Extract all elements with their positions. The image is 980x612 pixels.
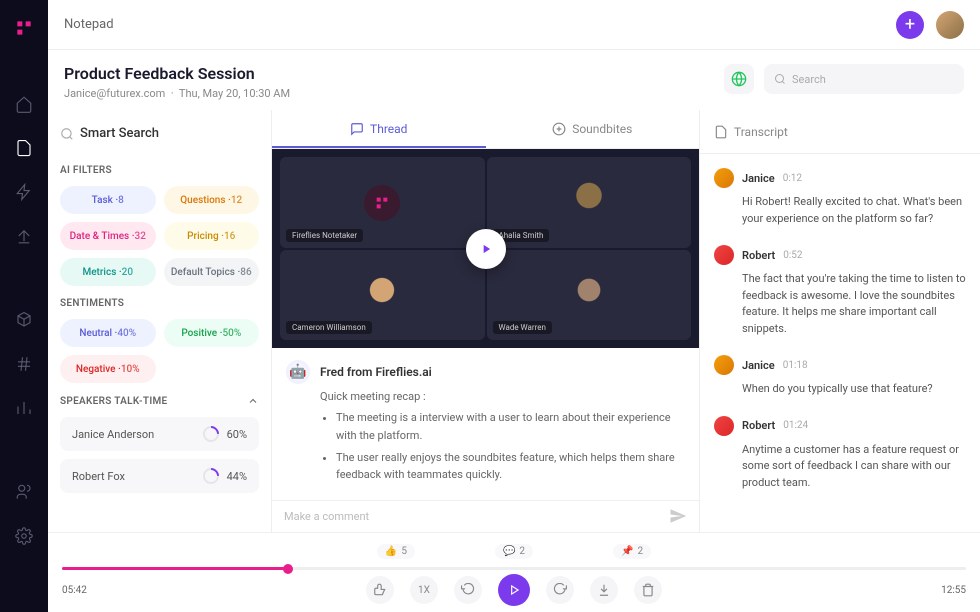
speakers-label: SPEAKERS TALK-TIME (60, 395, 259, 407)
download-button[interactable] (590, 576, 618, 604)
header: Product Feedback Session Janice@futurex.… (48, 50, 980, 110)
transcript-label: Transcript (700, 110, 980, 154)
bot-avatar: 🤖 (286, 360, 310, 384)
reactions: 👍 5 💬 2 📌 2 (62, 539, 966, 563)
time-current: 05:42 (62, 585, 87, 596)
speaker-avatar (714, 416, 734, 436)
video-tile: Fireflies Notetaker (280, 157, 485, 248)
center-panel: Thread Soundbites Fireflies Notetaker Ah… (272, 110, 700, 532)
forward-15-button[interactable] (546, 576, 574, 604)
transcript-panel: Transcript Janice0:12Hi Robert! Really e… (700, 110, 980, 532)
nav-team[interactable] (6, 474, 42, 510)
nav-upload[interactable] (6, 218, 42, 254)
page-title: Product Feedback Session (64, 64, 724, 83)
filter-pill[interactable]: Task · 8 (60, 186, 156, 214)
speaker-row[interactable]: Janice Anderson60% (60, 417, 259, 451)
video-grid: Fireflies Notetaker Ahalia Smith Cameron… (272, 149, 699, 348)
filter-pill[interactable]: Metrics · 20 (60, 258, 156, 286)
progress-bar[interactable] (62, 567, 966, 570)
filters-label: AI FILTERS (60, 165, 259, 176)
tab-thread[interactable]: Thread (272, 110, 486, 148)
comment-count[interactable]: 💬 2 (495, 544, 533, 559)
nav-topics[interactable] (6, 346, 42, 382)
filter-pill[interactable]: Date & Times · 32 (60, 222, 156, 250)
play-pause-button[interactable] (498, 574, 530, 606)
video-tile: Wade Warren (487, 250, 692, 341)
recap: 🤖 Fred from Fireflies.ai Quick meeting r… (272, 348, 699, 499)
speaker-avatar (714, 245, 734, 265)
share-button[interactable] (724, 64, 754, 94)
left-nav (0, 0, 48, 612)
filter-pill[interactable]: Questions · 12 (164, 186, 260, 214)
nav-integrations[interactable] (6, 302, 42, 338)
app-title: Notepad (64, 17, 114, 32)
transcript-msg[interactable]: Janice01:18When do you typically use tha… (714, 355, 966, 398)
recap-bullet: The meeting is a interview with a user t… (336, 409, 685, 444)
transcript-msg[interactable]: Robert01:24Anytime a customer has a feat… (714, 416, 966, 492)
filter-pill[interactable]: Positive · 50% (164, 319, 260, 347)
nav-settings[interactable] (6, 518, 42, 554)
fireflies-logo-icon (364, 185, 400, 221)
speaker-row[interactable]: Robert Fox44% (60, 459, 259, 493)
recap-bullet: The user really enjoys the soundbites fe… (336, 449, 685, 484)
user-avatar[interactable] (936, 11, 964, 39)
comment-input[interactable]: Make a comment (272, 500, 699, 532)
topbar: Notepad + (48, 0, 980, 50)
video-tile: Ahalia Smith (487, 157, 692, 248)
speaker-avatar (714, 168, 734, 188)
rewind-15-button[interactable] (454, 576, 482, 604)
sentiments-label: SENTIMENTS (60, 298, 259, 309)
thumbs-button[interactable] (366, 576, 394, 604)
like-count[interactable]: 👍 5 (377, 544, 415, 559)
tab-soundbites[interactable]: Soundbites (486, 110, 700, 148)
content: Smart Search AI FILTERS Task · 8 Question… (48, 110, 980, 532)
pin-count[interactable]: 📌 2 (613, 544, 651, 559)
play-button[interactable] (466, 229, 506, 269)
search-input[interactable]: Search (764, 64, 964, 94)
nav-home[interactable] (6, 86, 42, 122)
tabs: Thread Soundbites (272, 110, 699, 149)
filter-pill[interactable]: Pricing · 16 (164, 222, 260, 250)
app-logo (14, 18, 34, 38)
sidebar: Smart Search AI FILTERS Task · 8 Question… (48, 110, 272, 532)
transcript-msg[interactable]: Robert0:52The fact that you're taking th… (714, 245, 966, 337)
nav-analytics[interactable] (6, 390, 42, 426)
main: Notepad + Product Feedback Session Janic… (48, 0, 980, 612)
filter-pill[interactable]: Neutral · 40% (60, 319, 156, 347)
time-total: 12:55 (941, 585, 966, 596)
transcript-msg[interactable]: Janice0:12Hi Robert! Really excited to c… (714, 168, 966, 227)
chevron-up-icon[interactable] (247, 395, 259, 407)
footer: 👍 5 💬 2 📌 2 05:42 1X 12:55 (48, 532, 980, 612)
send-icon[interactable] (669, 507, 687, 525)
filter-pill[interactable]: Negative · 10% (60, 355, 156, 383)
nav-activity[interactable] (6, 174, 42, 210)
filter-pill[interactable]: Default Topics · 86 (164, 258, 260, 286)
speaker-avatar (714, 355, 734, 375)
nav-documents[interactable] (6, 130, 42, 166)
smart-search[interactable]: Smart Search (60, 122, 259, 153)
delete-button[interactable] (634, 576, 662, 604)
add-button[interactable]: + (896, 11, 924, 39)
video-tile: Cameron Williamson (280, 250, 485, 341)
speed-button[interactable]: 1X (410, 576, 438, 604)
page-meta: Janice@futurex.com · Thu, May 20, 10:30 … (64, 87, 724, 100)
